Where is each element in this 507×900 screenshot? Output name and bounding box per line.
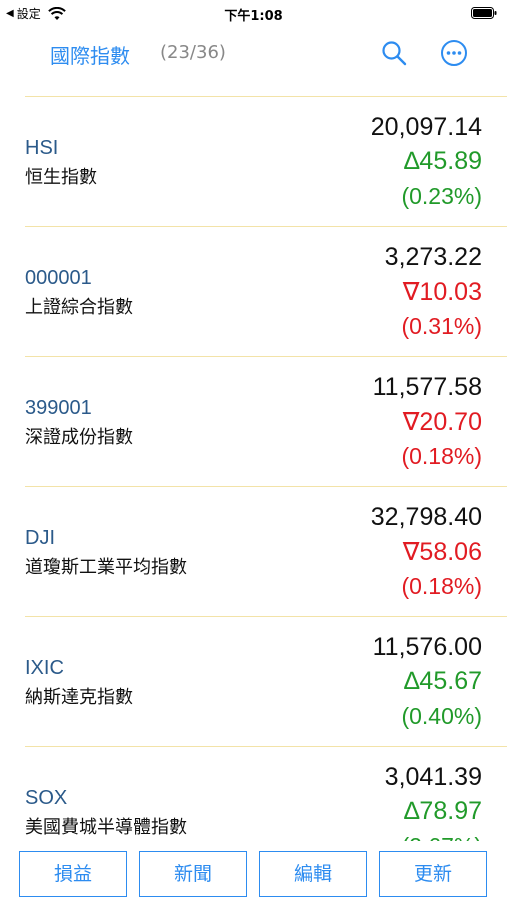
status-time: 下午1:08 <box>224 9 283 24</box>
index-change: ∆45.89 <box>404 147 482 175</box>
search-icon[interactable] <box>379 38 409 68</box>
edit-button[interactable]: 編輯 <box>259 851 367 897</box>
index-change: ∆45.67 <box>404 667 482 695</box>
list-item[interactable]: 000001 上證綜合指數 3,273.22 ∇10.03 (0.31%) <box>25 226 507 356</box>
list-item[interactable]: DJI 道瓊斯工業平均指數 32,798.40 ∇58.06 (0.18%) <box>25 486 507 616</box>
list-item[interactable]: HSI 恒生指數 20,097.14 ∆45.89 (0.23%) <box>25 96 507 226</box>
index-price: 3,273.22 <box>384 243 482 271</box>
index-name: 上證綜合指數 <box>25 297 133 318</box>
index-name: 美國費城半導體指數 <box>25 817 187 838</box>
list-item[interactable]: 399001 深證成份指數 11,577.58 ∇20.70 (0.18%) <box>25 356 507 486</box>
index-change-percent: (0.31%) <box>401 313 482 339</box>
index-code: SOX <box>25 787 68 809</box>
index-code: 399001 <box>25 397 92 419</box>
more-icon[interactable] <box>439 38 469 68</box>
list-item[interactable]: SOX 美國費城半導體指數 3,041.39 ∆78.97 (2.67%) <box>25 746 507 841</box>
index-change-percent: (0.40%) <box>401 703 482 729</box>
index-change-percent: (0.18%) <box>401 573 482 599</box>
index-price: 11,577.58 <box>372 373 482 401</box>
index-change-percent: (0.23%) <box>401 183 482 209</box>
nav-bar: 國際指數 (23/36) <box>0 28 507 88</box>
index-price: 32,798.40 <box>370 503 482 531</box>
list-item[interactable]: IXIC 納斯達克指數 11,576.00 ∆45.67 (0.40%) <box>25 616 507 746</box>
battery-icon <box>471 7 497 19</box>
profit-loss-button[interactable]: 損益 <box>19 851 127 897</box>
index-code: DJI <box>25 527 55 549</box>
index-price: 11,576.00 <box>372 633 482 661</box>
index-change: ∇20.70 <box>402 408 482 436</box>
index-code: 000001 <box>25 267 92 289</box>
index-count: (23/36) <box>160 42 226 63</box>
index-change: ∇58.06 <box>402 538 482 566</box>
page-title[interactable]: 國際指數 <box>50 40 130 69</box>
index-code: IXIC <box>25 657 64 679</box>
index-change: ∆78.97 <box>404 797 482 825</box>
index-name: 納斯達克指數 <box>25 687 133 708</box>
news-button[interactable]: 新聞 <box>139 851 247 897</box>
status-bar: ◀ 設定 下午1:08 <box>0 0 507 28</box>
index-change: ∇10.03 <box>402 278 482 306</box>
index-name: 恒生指數 <box>25 167 97 188</box>
index-price: 3,041.39 <box>384 763 482 791</box>
index-change-percent: (0.18%) <box>401 443 482 469</box>
bottom-toolbar: 損益 新聞 編輯 更新 <box>0 851 507 900</box>
index-price: 20,097.14 <box>370 113 482 141</box>
index-name: 道瓊斯工業平均指數 <box>25 557 187 578</box>
index-code: HSI <box>25 137 59 159</box>
index-change-percent: (2.67%) <box>401 833 482 841</box>
index-list: HSI 恒生指數 20,097.14 ∆45.89 (0.23%) 000001… <box>0 96 507 841</box>
index-name: 深證成份指數 <box>25 427 133 448</box>
refresh-button[interactable]: 更新 <box>379 851 487 897</box>
